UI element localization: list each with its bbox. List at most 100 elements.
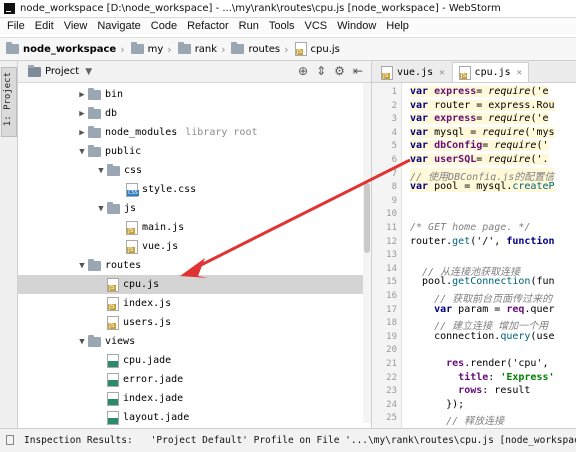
tree-folder-db[interactable]: ▶ db bbox=[18, 104, 371, 123]
tree-item-label: db bbox=[105, 108, 118, 119]
menu-item-file[interactable]: File bbox=[2, 20, 30, 32]
menu-item-tools[interactable]: Tools bbox=[264, 20, 300, 32]
menu-bar: File Edit View Navigate Code Refactor Run Tools… bbox=[0, 18, 576, 34]
tree-folder-public[interactable]: ▼ public bbox=[18, 142, 371, 161]
folder-icon bbox=[107, 201, 120, 214]
code-token: createP bbox=[512, 181, 555, 193]
code-line: var express= require('e bbox=[410, 113, 549, 125]
menu-item-code[interactable]: Code bbox=[146, 20, 182, 32]
menu-item-window[interactable]: Window bbox=[332, 20, 381, 32]
tree-file-main-js[interactable]: main.js bbox=[18, 218, 371, 237]
tree-folder-css[interactable]: ▼ css bbox=[18, 161, 371, 180]
code-token: require bbox=[488, 154, 531, 165]
breadcrumb-item[interactable]: routes › bbox=[231, 42, 294, 56]
tree-file-cpu-js[interactable]: cpu.js bbox=[18, 275, 371, 294]
line-number: 7 bbox=[391, 168, 397, 179]
window-title-bar: node_workspace [D:\node_workspace] - ...… bbox=[0, 0, 576, 18]
tree-folder-views[interactable]: ▼ views bbox=[18, 332, 371, 351]
tab-cpu-js[interactable]: cpu.js ✕ bbox=[451, 62, 530, 82]
chevron-down-icon[interactable]: ▼ bbox=[76, 147, 88, 157]
gear-icon[interactable]: ⚙ bbox=[334, 64, 345, 78]
tree-file-vue-js[interactable]: vue.js bbox=[18, 237, 371, 256]
menu-item-edit[interactable]: Edit bbox=[30, 20, 59, 32]
code-line: var mysql = require('mys bbox=[410, 126, 555, 138]
menu-item-run[interactable]: Run bbox=[234, 20, 264, 32]
chevron-right-icon[interactable]: ▶ bbox=[76, 90, 88, 100]
tree-item-label: cpu.jade bbox=[123, 355, 172, 366]
status-label: Inspection Results: bbox=[24, 435, 133, 446]
code-token: ('e bbox=[530, 86, 549, 97]
tree-folder-node-modules[interactable]: ▶ node_modules library root bbox=[18, 123, 371, 142]
tree-folder-js[interactable]: ▼ js bbox=[18, 199, 371, 218]
menu-item-refactor[interactable]: Refactor bbox=[182, 20, 234, 32]
project-tool-tab[interactable]: 1: Project bbox=[1, 67, 17, 137]
breadcrumb-label: rank bbox=[194, 43, 218, 55]
line-number: 9 bbox=[391, 195, 397, 206]
code-token: (use bbox=[530, 330, 555, 342]
code-area[interactable]: var express= require('e var router = expr… bbox=[402, 83, 576, 428]
project-view-selector[interactable]: Project bbox=[45, 66, 79, 77]
chevron-down-icon[interactable]: ▼ bbox=[95, 204, 107, 214]
line-number: 15 bbox=[386, 277, 397, 288]
folder-icon bbox=[88, 125, 101, 138]
tree-file-index-js[interactable]: index.js bbox=[18, 294, 371, 313]
code-token: require bbox=[482, 126, 525, 138]
tree-item-label: error.jade bbox=[123, 374, 184, 385]
line-number: 8 bbox=[391, 182, 397, 193]
tree-file-users-js[interactable]: users.js bbox=[18, 313, 371, 332]
sync-icon[interactable]: ⊕ bbox=[298, 64, 308, 78]
hide-panel-icon[interactable]: ⇤ bbox=[353, 64, 363, 78]
folder-icon bbox=[88, 144, 101, 157]
breadcrumb-item[interactable]: my › bbox=[130, 42, 178, 56]
menu-item-navigate[interactable]: Navigate bbox=[92, 20, 145, 32]
close-icon[interactable]: ✕ bbox=[439, 68, 444, 78]
tab-vue-js[interactable]: vue.js ✕ bbox=[374, 62, 452, 82]
line-number: 14 bbox=[386, 263, 397, 274]
line-number: 12 bbox=[386, 236, 397, 247]
code-line: var dbConfig= require(' bbox=[410, 140, 549, 152]
breadcrumb-item[interactable]: rank › bbox=[177, 42, 232, 56]
tree-file-style-css[interactable]: style.css bbox=[18, 180, 371, 199]
tree-file-error-jade[interactable]: error.jade bbox=[18, 370, 371, 389]
menu-item-help[interactable]: Help bbox=[381, 20, 414, 32]
tree-item-label: index.jade bbox=[123, 393, 184, 404]
folder-icon bbox=[88, 258, 101, 271]
tree-folder-routes[interactable]: ▼ routes bbox=[18, 256, 371, 275]
code-token: require bbox=[488, 113, 531, 125]
chevron-down-icon[interactable]: ▼ bbox=[95, 166, 107, 176]
tree-file-cpu-jade[interactable]: cpu.jade bbox=[18, 351, 371, 370]
code-line: rows: result bbox=[410, 385, 530, 396]
tree-item-label: style.css bbox=[142, 184, 197, 195]
folder-icon bbox=[177, 42, 191, 54]
code-token: /* GET home page. */ bbox=[410, 222, 531, 233]
chevron-right-icon[interactable]: ▶ bbox=[76, 109, 88, 119]
tree-item-label: bin bbox=[105, 89, 124, 100]
line-number: 21 bbox=[386, 359, 397, 369]
editor-panel: vue.js✕cpu.js✕ 1234567891011121314151617… bbox=[372, 61, 576, 428]
chevron-down-icon[interactable]: ▼ bbox=[76, 261, 88, 271]
code-token: pool = mysql. bbox=[434, 181, 513, 193]
folder-icon bbox=[88, 106, 101, 119]
chevron-right-icon[interactable]: ▶ bbox=[76, 128, 88, 138]
menu-item-vcs[interactable]: VCS bbox=[300, 20, 333, 32]
tree-file-index-jade[interactable]: index.jade bbox=[18, 389, 371, 408]
code-token: var bbox=[410, 154, 435, 165]
line-number: 10 bbox=[386, 209, 397, 220]
chevron-down-icon[interactable]: ▼ bbox=[85, 67, 92, 77]
breadcrumb-item[interactable]: node_workspace › bbox=[6, 42, 131, 56]
menu-item-view[interactable]: View bbox=[59, 20, 93, 32]
js-file-icon bbox=[294, 42, 307, 56]
tree-folder-bin[interactable]: ▶ bin bbox=[18, 85, 371, 104]
code-token: var bbox=[410, 181, 435, 193]
tree-file-layout-jade[interactable]: layout.jade bbox=[18, 408, 371, 427]
tab-label: cpu.js bbox=[474, 67, 511, 78]
breadcrumb-item[interactable]: cpu.js bbox=[294, 42, 340, 56]
close-icon[interactable]: ✕ bbox=[517, 68, 522, 78]
code-token: var bbox=[410, 303, 459, 315]
folder-icon bbox=[231, 42, 245, 54]
project-scrollbar[interactable] bbox=[363, 83, 371, 423]
collapse-all-icon[interactable]: ⇕ bbox=[316, 64, 326, 78]
chevron-down-icon[interactable]: ▼ bbox=[76, 337, 88, 347]
code-line: var pool = mysql.createP bbox=[410, 181, 555, 193]
